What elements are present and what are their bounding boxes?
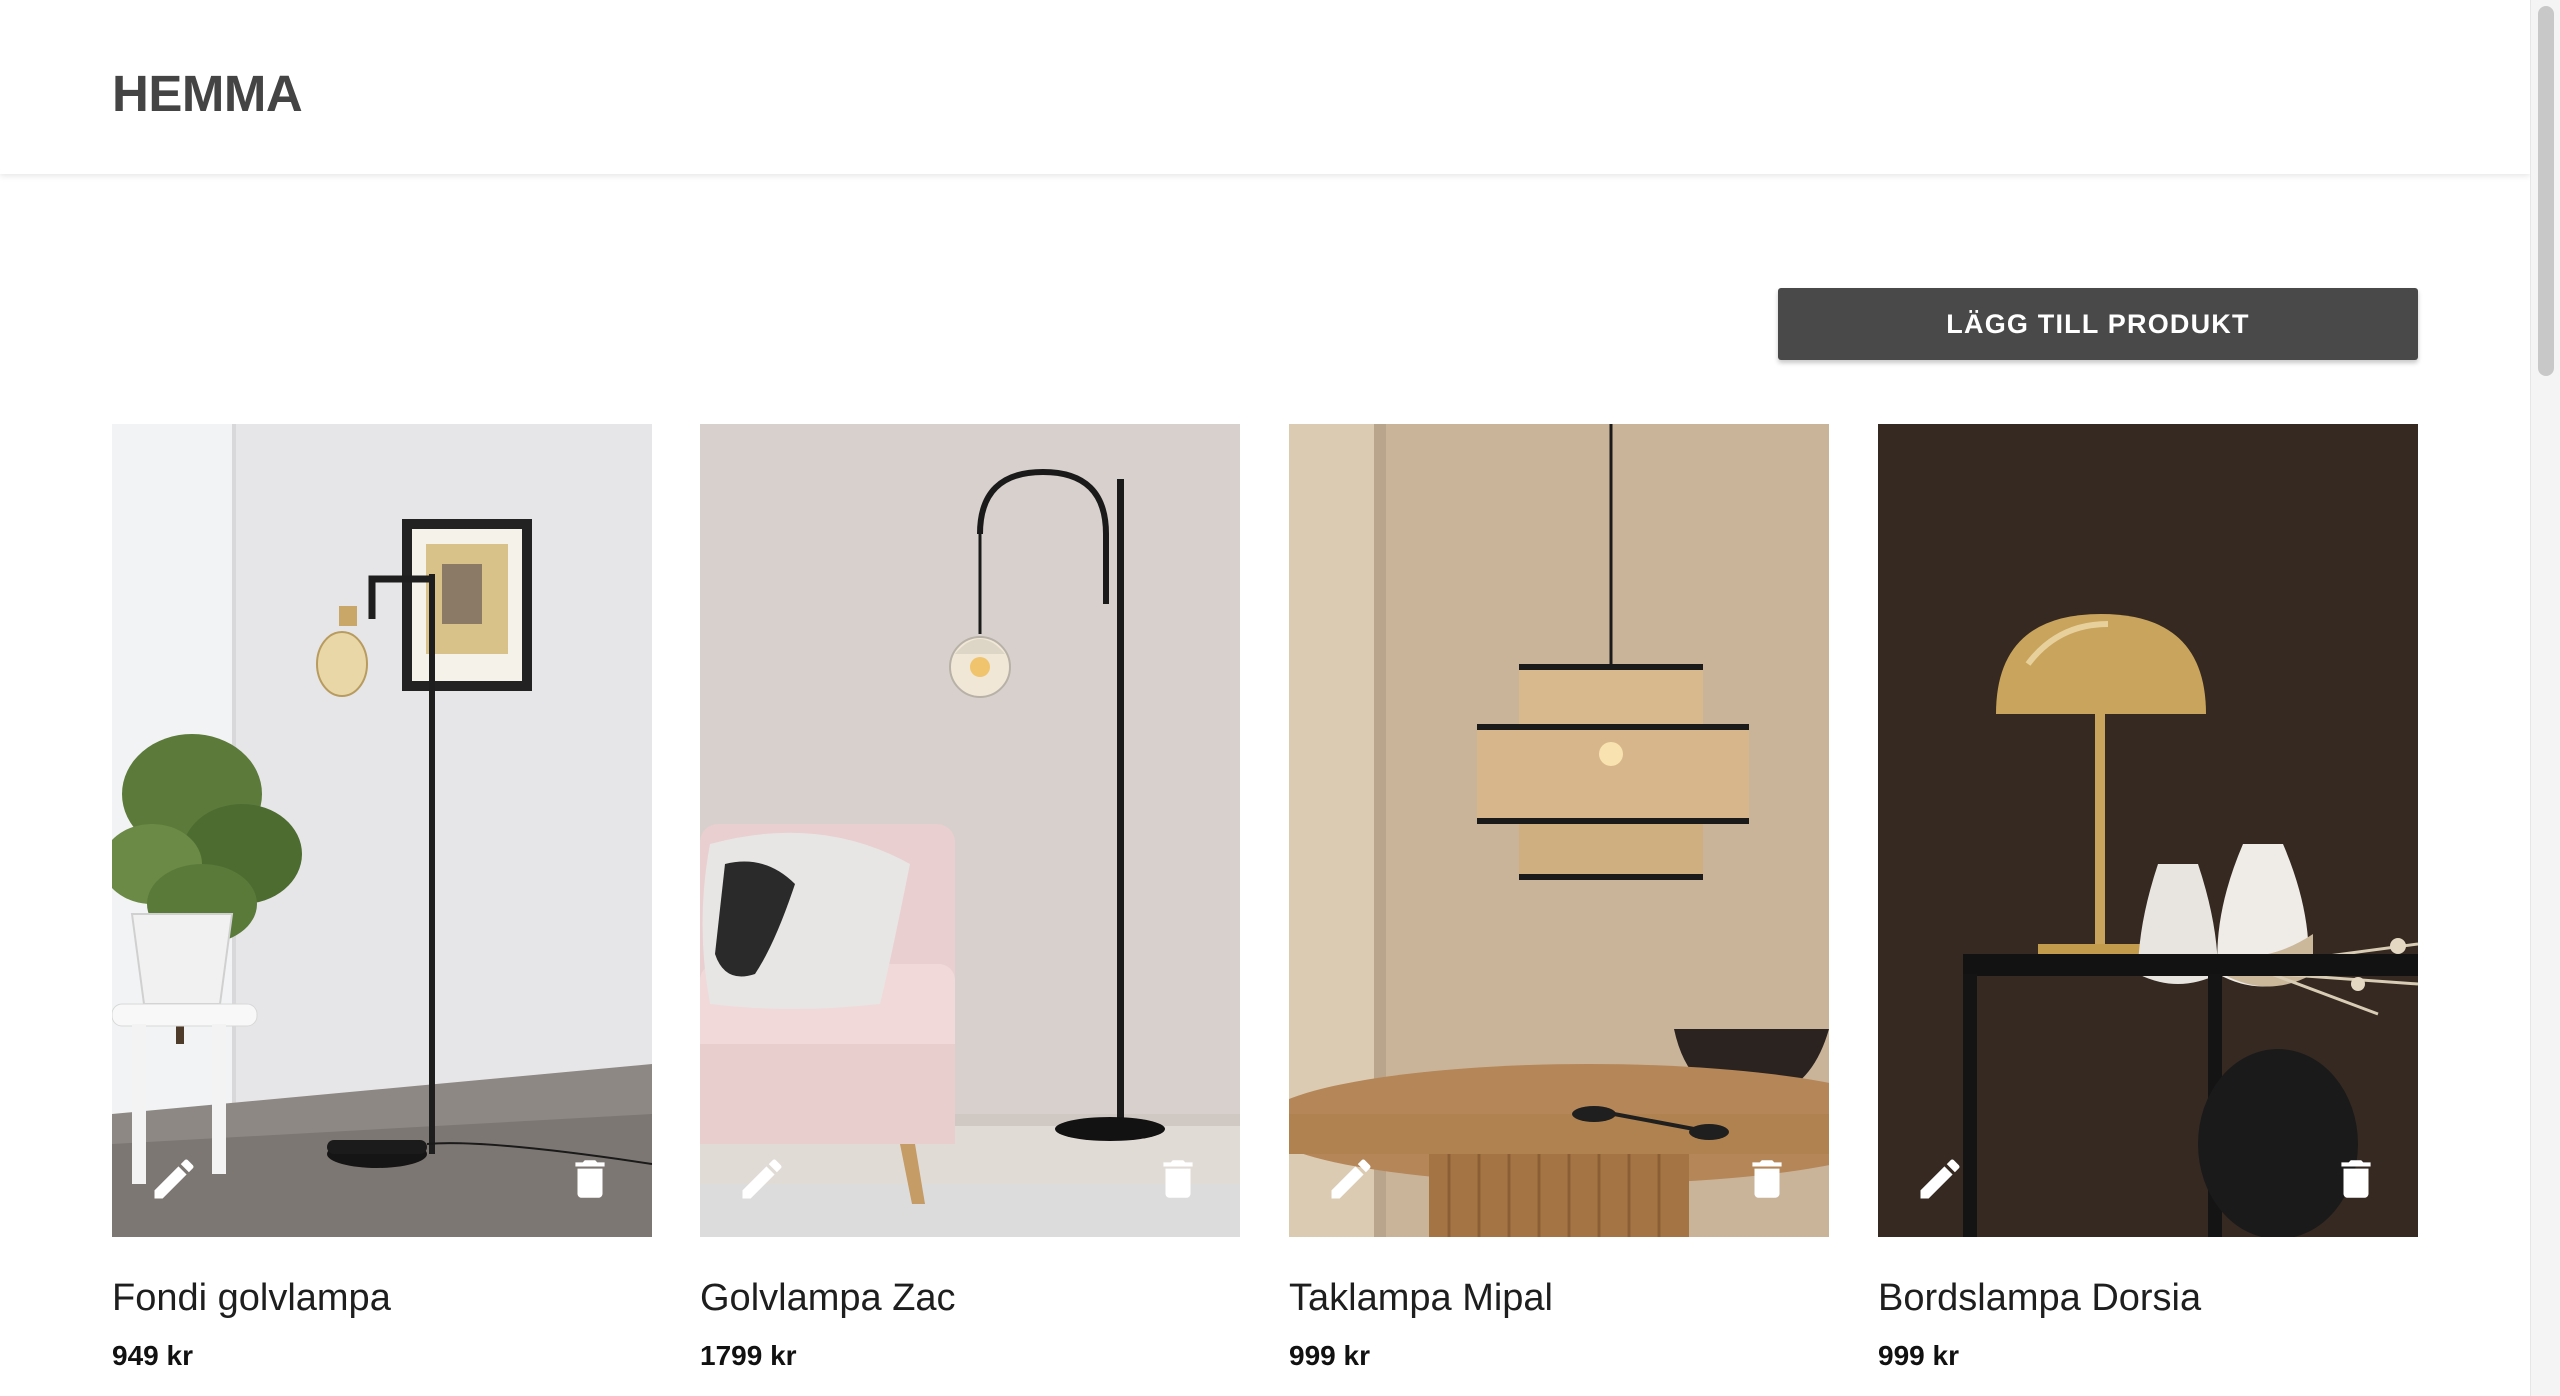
product-price: 999 kr xyxy=(1289,1340,1370,1371)
trash-icon xyxy=(1163,1160,1193,1198)
pencil-icon xyxy=(1920,1159,1960,1199)
trash-icon xyxy=(2341,1160,2371,1198)
product-price: 1799 kr xyxy=(700,1340,797,1371)
delete-product-button[interactable] xyxy=(1146,1147,1210,1211)
delete-product-button[interactable] xyxy=(2324,1147,2388,1211)
pencil-icon xyxy=(1331,1159,1371,1199)
delete-product-button[interactable] xyxy=(558,1147,622,1211)
product-image-mipal xyxy=(1289,424,1829,1237)
delete-product-button[interactable] xyxy=(1735,1147,1799,1211)
product-card-dorsia: Bordslampa Dorsia 999 kr xyxy=(1878,424,2418,1372)
scrollbar-thumb[interactable] xyxy=(2538,6,2554,376)
product-name[interactable]: Golvlampa Zac xyxy=(700,1277,1240,1320)
product-name[interactable]: Bordslampa Dorsia xyxy=(1878,1277,2418,1320)
product-card-fondi: Fondi golvlampa 949 kr xyxy=(112,424,652,1372)
trash-icon xyxy=(1752,1160,1782,1198)
pencil-icon xyxy=(154,1159,194,1199)
product-price: 999 kr xyxy=(1878,1340,1959,1371)
brand-logo-text[interactable]: HEMMA xyxy=(112,64,303,123)
product-card-mipal: Taklampa Mipal 999 kr xyxy=(1289,424,1829,1372)
edit-product-button[interactable] xyxy=(1908,1147,1972,1211)
vertical-scrollbar[interactable] xyxy=(2530,0,2560,1396)
pencil-icon xyxy=(742,1159,782,1199)
product-image-dorsia xyxy=(1878,424,2418,1237)
top-app-bar: HEMMA xyxy=(0,0,2530,174)
product-price: 949 kr xyxy=(112,1340,193,1371)
product-name[interactable]: Taklampa Mipal xyxy=(1289,1277,1829,1320)
add-product-button[interactable]: LÄGG TILL PRODUKT xyxy=(1778,288,2418,360)
trash-icon xyxy=(575,1160,605,1198)
edit-product-button[interactable] xyxy=(142,1147,206,1211)
product-image-fondi xyxy=(112,424,652,1237)
edit-product-button[interactable] xyxy=(1319,1147,1383,1211)
product-name[interactable]: Fondi golvlampa xyxy=(112,1277,652,1320)
product-card-zac: Golvlampa Zac 1799 kr xyxy=(700,424,1240,1372)
product-image-zac xyxy=(700,424,1240,1237)
edit-product-button[interactable] xyxy=(730,1147,794,1211)
page: HEMMA LÄGG TILL PRODUKT Fondi golvlampa … xyxy=(0,0,2560,1396)
